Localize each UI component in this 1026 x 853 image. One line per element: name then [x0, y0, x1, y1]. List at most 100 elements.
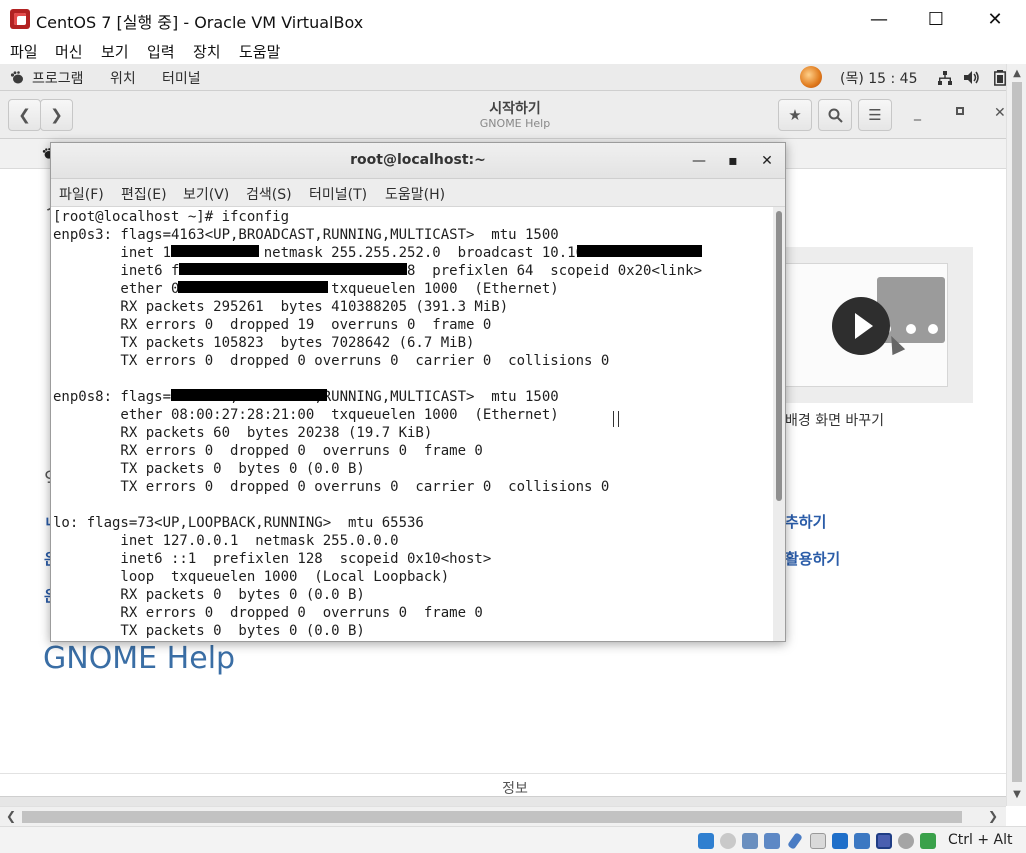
terminal-line: RX errors 0 dropped 0 overruns 0 frame 0 [53, 605, 483, 621]
video-dot [928, 324, 938, 334]
star-icon: ★ [788, 106, 802, 124]
terminal-title-bar[interactable]: root@localhost:~ — ▪ ✕ [51, 143, 785, 179]
scroll-up-icon[interactable]: ▲ [1012, 68, 1022, 79]
usb-icon[interactable] [787, 832, 803, 850]
vertical-scroll-thumb[interactable] [1012, 82, 1022, 782]
battery-icon[interactable] [994, 70, 1006, 86]
help-link[interactable]: 활용하기 [785, 548, 840, 569]
optical-drive-icon[interactable] [720, 833, 736, 849]
maximize-button[interactable]: ☐ [907, 0, 965, 38]
vbox-menu-bar: 파일 머신 보기 입력 장치 도움말 [0, 38, 1026, 64]
redaction-block [577, 245, 702, 257]
help-close-button[interactable]: ✕ [994, 105, 1006, 121]
terminal-line: TX packets 105823 bytes 7028642 (6.7 MiB… [53, 335, 475, 351]
terminal-maximize-button[interactable]: ▪ [722, 150, 744, 172]
host-key-down-icon[interactable] [920, 833, 936, 849]
terminal-menu-bar: 파일(F) 편집(E) 보기(V) 검색(S) 터미널(T) 도움말(H) [51, 179, 785, 207]
terminal-menu-edit[interactable]: 편집(E) [121, 184, 167, 204]
terminal-line: TX packets 0 bytes 0 (0.0 B) [53, 623, 365, 639]
redaction-block [171, 389, 327, 401]
volume-icon[interactable] [964, 70, 980, 85]
terminal-line: loop txqueuelen 1000 (Local Loopback) [53, 569, 450, 585]
cpu-vt-icon[interactable] [876, 833, 892, 849]
search-icon [828, 108, 843, 123]
terminal-title: root@localhost:~ [350, 152, 486, 168]
firefox-icon[interactable] [800, 66, 822, 88]
help-minimize-button[interactable]: _ [914, 105, 921, 121]
audio-icon[interactable] [742, 833, 758, 849]
terminal-menu-view[interactable]: 보기(V) [183, 184, 229, 204]
terminal-minimize-button[interactable]: — [688, 150, 710, 172]
terminal-menu-help[interactable]: 도움말(H) [385, 184, 445, 204]
places-menu[interactable]: 위치 [110, 68, 136, 88]
applications-menu[interactable]: 프로그램 [32, 68, 84, 88]
terminal-line: enp0s8: flags=4163<UP,BROADCAST,RUNNING,… [53, 389, 559, 405]
menu-machine[interactable]: 머신 [55, 41, 83, 62]
close-button[interactable]: ✕ [966, 0, 1024, 38]
network-icon[interactable] [938, 71, 952, 85]
video-capture-icon[interactable] [854, 833, 870, 849]
help-maximize-button[interactable] [956, 107, 964, 115]
clock[interactable]: (목) 15 : 45 [840, 68, 918, 88]
help-subtitle: GNOME Help [479, 117, 551, 130]
back-button[interactable]: ❮ [8, 99, 41, 131]
terminal-output[interactable]: [root@localhost ~]# ifconfig enp0s3: flag… [51, 207, 773, 641]
terminal-menu-file[interactable]: 파일(F) [59, 184, 104, 204]
menu-devices[interactable]: 장치 [193, 41, 221, 62]
network-adapter-icon[interactable] [764, 833, 780, 849]
terminal-line: RX packets 60 bytes 20238 (19.7 KiB) [53, 425, 433, 441]
redaction-block [178, 281, 328, 293]
text-cursor-icon [613, 411, 619, 427]
footer-divider [0, 773, 1006, 774]
terminal-close-button[interactable]: ✕ [756, 150, 778, 172]
redaction-block [171, 245, 259, 257]
gnome-top-bar: 프로그램 위치 터미널 (목) 15 : 45 [0, 64, 1026, 91]
mouse-integration-icon[interactable] [898, 833, 914, 849]
terminal-window[interactable]: root@localhost:~ — ▪ ✕ 파일(F) 편집(E) 보기(V)… [50, 142, 786, 642]
help-title: 시작하기 [489, 101, 541, 117]
help-footer-about[interactable]: 정보 [480, 778, 550, 798]
search-button[interactable] [818, 99, 852, 131]
bookmark-button[interactable]: ★ [778, 99, 812, 131]
menu-file[interactable]: 파일 [10, 41, 38, 62]
minimize-button[interactable]: — [850, 0, 908, 38]
terminal-line: TX errors 0 dropped 0 overruns 0 carrier… [53, 479, 610, 495]
video-caption[interactable]: 배경 화면 바꾸기 [785, 410, 884, 430]
help-link[interactable]: 추하기 [785, 511, 826, 532]
terminal-line: ether 08:00:27:4d:02:0a txqueuelen 1000 … [120, 281, 559, 297]
scroll-right-icon[interactable]: ❯ [988, 809, 998, 823]
terminal-scroll-thumb[interactable] [776, 211, 782, 501]
terminal-line: TX packets 0 bytes 0 (0.0 B) [53, 461, 365, 477]
terminal-line: RX packets 295261 bytes 410388205 (391.3… [53, 299, 509, 315]
display-icon[interactable] [832, 833, 848, 849]
horizontal-scrollbar[interactable]: ❮ ❯ [0, 806, 1006, 826]
vertical-scrollbar[interactable]: ▲ ▼ [1006, 64, 1026, 806]
vbox-title-bar: CentOS 7 [실행 중] - Oracle VM VirtualBox —… [0, 0, 1026, 38]
terminal-line: TX errors 0 dropped 0 overruns 0 carrier… [53, 353, 610, 369]
terminal-line: ether 08:00:27:28:21:00 txqueuelen 1000 … [53, 407, 559, 423]
terminal-menu-search[interactable]: 검색(S) [246, 184, 292, 204]
menu-view[interactable]: 보기 [101, 41, 129, 62]
help-video-thumbnail[interactable] [770, 247, 973, 403]
terminal-scrollbar[interactable] [773, 207, 785, 641]
terminal-line: RX packets 0 bytes 0 (0.0 B) [53, 587, 365, 603]
host-key-label: Ctrl + Alt [948, 832, 1013, 848]
terminal-line: RX errors 0 dropped 19 overruns 0 frame … [53, 317, 492, 333]
menu-help[interactable]: 도움말 [239, 41, 280, 62]
play-icon[interactable] [832, 297, 890, 355]
window-title: CentOS 7 [실행 중] - Oracle VM VirtualBox [36, 13, 364, 32]
scroll-left-icon[interactable]: ❮ [6, 809, 16, 823]
terminal-menu-terminal[interactable]: 터미널(T) [309, 184, 367, 204]
scroll-down-icon[interactable]: ▼ [1012, 789, 1022, 800]
redaction-block [179, 263, 407, 275]
video-dot [906, 324, 916, 334]
horizontal-scroll-thumb[interactable] [22, 811, 962, 823]
terminal-line: inet 127.0.0.1 netmask 255.0.0.0 [53, 533, 399, 549]
menu-input[interactable]: 입력 [147, 41, 175, 62]
hard-disk-icon[interactable] [698, 833, 714, 849]
terminal-app-menu[interactable]: 터미널 [162, 68, 201, 88]
menu-button[interactable]: ☰ [858, 99, 892, 131]
forward-button[interactable]: ❯ [40, 99, 73, 131]
shared-folder-icon[interactable] [810, 833, 826, 849]
